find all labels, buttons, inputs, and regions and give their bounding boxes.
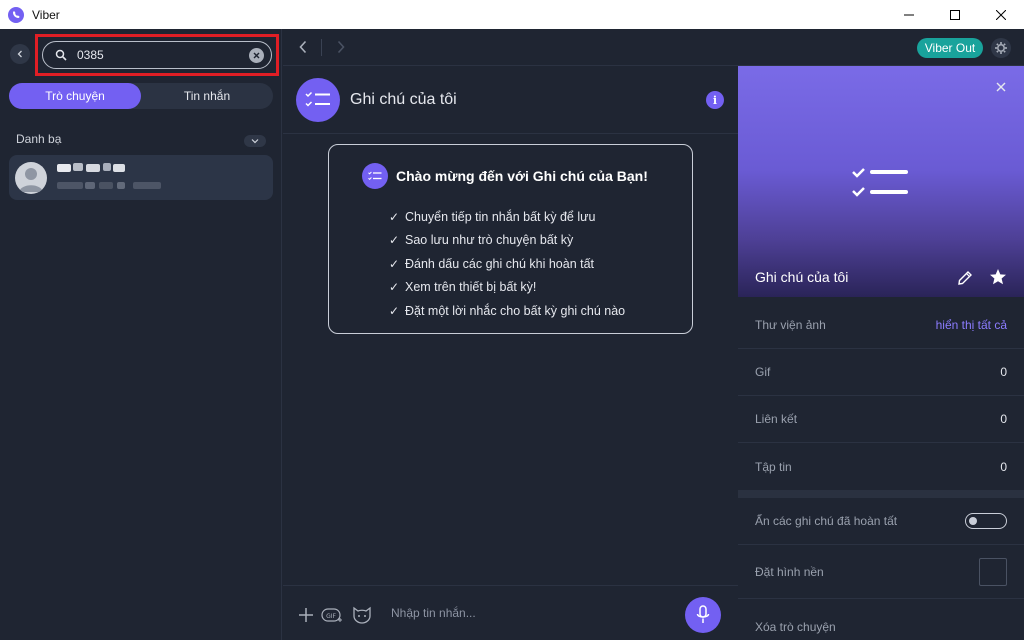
close-panel-button[interactable] (994, 80, 1008, 94)
chat-title: Ghi chú của tôi (350, 91, 457, 108)
close-icon (996, 82, 1006, 92)
list-item: ✓ Xem trên thiết bị bất kỳ! (389, 280, 537, 295)
list-item: ✓ Đánh dấu các ghi chú khi hoàn tất (389, 256, 595, 271)
toggle-knob (969, 517, 977, 525)
back-button[interactable] (295, 39, 311, 55)
forward-button[interactable] (333, 39, 349, 55)
gallery-label: Thư viện ảnh (755, 318, 826, 332)
message-composer: GIF (283, 585, 738, 640)
gif-button[interactable]: GIF (321, 604, 343, 626)
checklist-icon (852, 168, 908, 197)
list-item: ✓ Sao lưu như trò chuyện bất kỳ (389, 233, 574, 248)
maximize-button[interactable] (932, 0, 978, 29)
sidebar: Trò chuyện Tin nhắn Danh bạ (0, 29, 282, 640)
files-count: 0 (1000, 459, 1007, 474)
gif-count: 0 (1000, 365, 1007, 379)
chat-header: Ghi chú của tôi i (283, 66, 738, 134)
files-row[interactable]: Tập tin 0 (738, 443, 1024, 490)
list-item: ✓ Đặt một lời nhắc cho bất kỳ ghi chú nào (389, 303, 626, 318)
check-icon: ✓ (389, 233, 400, 248)
info-button[interactable]: i (706, 91, 724, 109)
tab-messages[interactable]: Tin nhắn (141, 83, 273, 109)
check-icon: ✓ (389, 209, 400, 224)
info-hero: Ghi chú của tôi (738, 66, 1024, 297)
welcome-title: Chào mừng đến với Ghi chú của Bạn! (396, 168, 648, 184)
cat-sticker-icon (353, 606, 371, 624)
close-icon (253, 52, 260, 59)
chat-info-panel: Ghi chú của tôi Thư viện ảnh hiển thị tấ… (738, 66, 1024, 640)
wallpaper-label: Đặt hình nền (755, 564, 824, 579)
viber-logo-icon (8, 6, 24, 23)
chat-tabs: Trò chuyện Tin nhắn (9, 83, 273, 109)
check-icon: ✓ (389, 256, 400, 271)
gallery-row: Thư viện ảnh hiển thị tất cả (738, 302, 1024, 349)
hide-done-toggle[interactable] (965, 513, 1007, 529)
clear-search-button[interactable] (249, 48, 264, 63)
welcome-feature-list: ✓ Chuyển tiếp tin nhắn bất kỳ để lưu ✓ Sao… (389, 205, 625, 323)
delete-chat-row[interactable]: Xóa trò chuyện (738, 603, 1024, 640)
files-label: Tập tin (755, 459, 792, 474)
check-icon: ✓ (389, 303, 400, 318)
plus-icon (299, 608, 313, 622)
app-title: Viber (32, 7, 60, 22)
search-icon (55, 48, 69, 62)
contact-list-item[interactable] (9, 155, 273, 200)
gif-label: Gif (755, 365, 771, 379)
info-title: Ghi chú của tôi (755, 269, 849, 285)
gif-icon: GIF (321, 608, 342, 622)
chat-area: Ghi chú của tôi i Chào mừng đến với Ghi … (283, 29, 738, 640)
chevron-left-icon (17, 50, 22, 58)
voice-message-button[interactable] (685, 597, 721, 633)
microphone-icon (696, 605, 710, 623)
edit-pencil-icon[interactable] (956, 269, 974, 287)
search-box[interactable] (42, 41, 272, 69)
chevron-down-icon (251, 139, 259, 144)
title-bar: Viber (0, 0, 1024, 29)
chevron-right-icon (337, 40, 345, 54)
links-count: 0 (1000, 412, 1007, 426)
show-all-link[interactable]: hiển thị tất cả (936, 318, 1007, 332)
search-input[interactable] (77, 48, 237, 62)
links-row[interactable]: Liên kết 0 (738, 396, 1024, 443)
settings-button[interactable] (991, 38, 1011, 58)
wallpaper-row[interactable]: Đặt hình nền (738, 545, 1024, 599)
minimize-button[interactable] (886, 0, 932, 29)
top-navigation (283, 29, 738, 66)
svg-text:GIF: GIF (326, 613, 336, 620)
right-top-bar: Viber Out (738, 29, 1024, 66)
hide-done-row: Ẩn các ghi chú đã hoàn tất (738, 498, 1024, 545)
hide-done-label: Ẩn các ghi chú đã hoàn tất (755, 514, 898, 528)
contacts-section-label: Danh bạ (16, 132, 62, 146)
close-window-button[interactable] (978, 0, 1024, 29)
notes-avatar[interactable] (296, 78, 340, 122)
notes-icon (362, 163, 388, 189)
gear-icon (995, 42, 1007, 54)
add-attachment-button[interactable] (295, 604, 317, 626)
star-icon[interactable] (989, 268, 1007, 286)
wallpaper-preview[interactable] (979, 557, 1007, 586)
delete-chat-label[interactable]: Xóa trò chuyện (755, 620, 836, 634)
gif-row[interactable]: Gif 0 (738, 349, 1024, 396)
viber-out-button[interactable]: Viber Out (917, 38, 983, 58)
message-input[interactable] (391, 606, 651, 620)
collapse-contacts-button[interactable] (244, 135, 266, 147)
links-label: Liên kết (755, 412, 798, 426)
avatar (15, 162, 47, 194)
collapse-sidebar-button[interactable] (10, 44, 30, 64)
nav-divider (321, 39, 322, 56)
section-divider (738, 490, 1024, 498)
chevron-left-icon (299, 40, 307, 54)
tab-conversations[interactable]: Trò chuyện (9, 83, 141, 109)
list-item: ✓ Chuyển tiếp tin nhắn bất kỳ để lưu (389, 209, 596, 224)
sticker-button[interactable] (351, 604, 373, 626)
welcome-card: Chào mừng đến với Ghi chú của Bạn! ✓ Chuy… (328, 144, 693, 334)
check-icon: ✓ (389, 280, 400, 295)
checklist-icon (305, 91, 330, 107)
